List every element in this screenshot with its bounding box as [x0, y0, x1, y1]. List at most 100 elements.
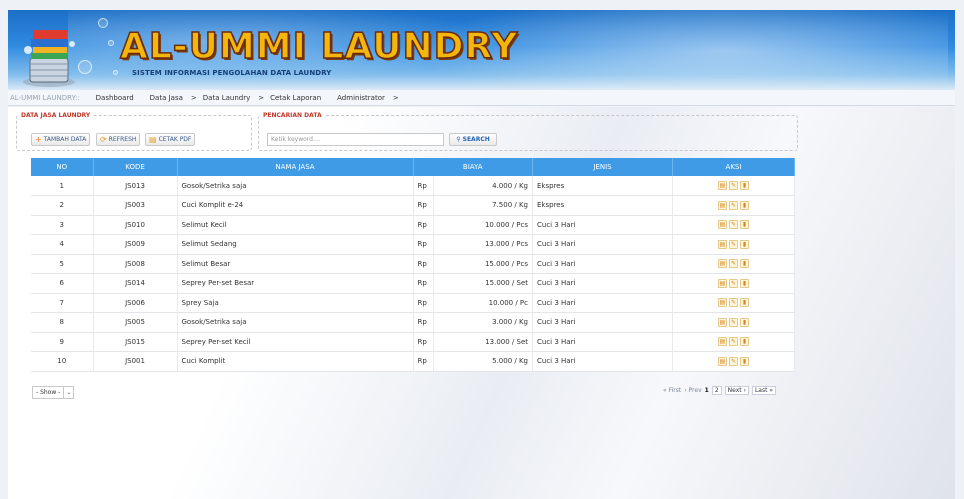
pager-prev[interactable]: ‹ Prev — [684, 387, 701, 394]
edit-icon[interactable]: ✎ — [729, 298, 738, 308]
search-button[interactable]: ⚲ SEARCH — [449, 133, 497, 146]
delete-icon[interactable]: ▮ — [740, 239, 749, 249]
print-icon[interactable]: ▤ — [718, 356, 727, 366]
print-icon[interactable]: ▤ — [718, 317, 727, 327]
cell-kode: JS010 — [93, 215, 178, 235]
table-row: 1 JS013 Gosok/Setrika saja Rp 4.000 / Kg Eksp… — [31, 176, 795, 196]
cell-nama-jasa: Cuci Komplit — [177, 351, 414, 372]
search-input[interactable] — [267, 133, 444, 146]
cell-jenis: Cuci 3 Hari — [532, 332, 673, 352]
add-data-button[interactable]: + TAMBAH DATA — [31, 133, 91, 146]
table-row: 2 JS003 Cuci Komplit e-24 Rp 7.500 / Kg Ekspr… — [31, 195, 795, 216]
cell-rp: Rp — [413, 273, 434, 294]
cell-jenis: Ekspres — [532, 176, 673, 196]
show-select[interactable]: - Show - ⌄ — [32, 386, 75, 399]
cell-rp: Rp — [413, 351, 434, 372]
edit-icon[interactable]: ✎ — [729, 259, 738, 269]
col-biaya: BIAYA — [413, 158, 533, 176]
print-icon[interactable]: ▤ — [718, 181, 727, 190]
cell-nama-jasa: Selimut Sedang — [177, 234, 414, 255]
cell-aksi: ▤ ✎ ▮ — [672, 312, 795, 333]
nav-bar: AL-UMMI LAUNDRY:: Dashboard Data Jasa > … — [8, 90, 955, 106]
print-icon[interactable]: ▤ — [718, 337, 727, 347]
cell-aksi: ▤ ✎ ▮ — [672, 195, 795, 216]
print-icon[interactable]: ▤ — [718, 298, 727, 308]
col-no: NO — [31, 158, 94, 176]
print-icon[interactable]: ▤ — [718, 200, 727, 210]
pager-next[interactable]: Next › — [724, 386, 749, 395]
cell-nama-jasa: Sprey Saja — [177, 293, 414, 313]
cell-aksi: ▤ ✎ ▮ — [672, 351, 795, 372]
edit-icon[interactable]: ✎ — [729, 220, 738, 230]
cell-biaya: 15.000 / Pcs — [433, 254, 533, 274]
cell-aksi: ▤ ✎ ▮ — [672, 215, 795, 235]
edit-icon[interactable]: ✎ — [729, 278, 738, 288]
cell-aksi: ▤ ✎ ▮ — [672, 176, 795, 196]
table-row: 3 JS010 Selimut Kecil Rp 10.000 / Pcs Cuci 3 … — [31, 215, 795, 235]
refresh-label: REFRESH — [108, 136, 137, 143]
delete-icon[interactable]: ▮ — [740, 317, 749, 327]
cell-rp: Rp — [413, 234, 434, 255]
pager-page-2[interactable]: 2 — [711, 386, 722, 395]
cell-nama-jasa: Gosok/Setrika saja — [177, 312, 414, 333]
cell-nama-jasa: Cuci Komplit e-24 — [177, 195, 414, 216]
cell-no: 6 — [31, 273, 94, 294]
delete-icon[interactable]: ▮ — [740, 220, 749, 230]
nav-administrator[interactable]: Administrator — [337, 94, 385, 102]
edit-icon[interactable]: ✎ — [729, 239, 738, 249]
table-row: 6 JS014 Seprey Per-set Besar Rp 15.000 / Set… — [31, 273, 795, 294]
nav-cetak-laporan[interactable]: Cetak Laporan — [270, 94, 321, 102]
refresh-button[interactable]: ⟳ REFRESH — [96, 133, 141, 146]
nav-data-laundry[interactable]: Data Laundry — [203, 94, 250, 102]
cell-no: 4 — [31, 234, 94, 255]
chevron-down-icon: ⌄ — [63, 387, 73, 398]
delete-icon[interactable]: ▮ — [740, 337, 749, 347]
cell-kode: JS003 — [93, 195, 178, 216]
edit-icon[interactable]: ✎ — [729, 200, 738, 210]
cell-no: 8 — [31, 312, 94, 333]
pager-first[interactable]: « First — [663, 387, 681, 394]
header-banner: AL-UMMI LAUNDRY SISTEM INFORMASI PENGOLA… — [8, 10, 955, 90]
cell-aksi: ▤ ✎ ▮ — [672, 273, 795, 294]
col-nama-jasa: NAMA JASA — [177, 158, 414, 176]
print-icon[interactable]: ▤ — [718, 278, 727, 288]
col-kode: KODE — [93, 158, 178, 176]
edit-icon[interactable]: ✎ — [729, 337, 738, 347]
cell-no: 3 — [31, 215, 94, 235]
cell-nama-jasa: Selimut Kecil — [177, 215, 414, 235]
delete-icon[interactable]: ▮ — [740, 356, 749, 366]
plus-icon: + — [35, 135, 42, 144]
print-icon[interactable]: ▤ — [718, 259, 727, 269]
edit-icon[interactable]: ✎ — [729, 317, 738, 327]
show-select-label: - Show - — [36, 389, 61, 396]
nav-data-jasa[interactable]: Data Jasa — [150, 94, 183, 102]
pager-last[interactable]: Last » — [751, 386, 777, 395]
cell-rp: Rp — [413, 293, 434, 313]
printer-icon: ▤ — [149, 135, 157, 144]
print-pdf-button[interactable]: ▤ CETAK PDF — [145, 133, 196, 146]
cell-aksi: ▤ ✎ ▮ — [672, 254, 795, 274]
delete-icon[interactable]: ▮ — [740, 278, 749, 288]
nav-dashboard[interactable]: Dashboard — [96, 94, 134, 102]
table-row: 7 JS006 Sprey Saja Rp 10.000 / Pc Cuci 3 Hari… — [31, 293, 795, 313]
cell-rp: Rp — [413, 176, 434, 196]
pager-page-1[interactable]: 1 — [705, 387, 709, 394]
cell-no: 2 — [31, 195, 94, 216]
edit-icon[interactable]: ✎ — [729, 181, 738, 190]
cell-nama-jasa: Seprey Per-set Besar — [177, 273, 414, 294]
print-icon[interactable]: ▤ — [718, 220, 727, 230]
app-subtitle: SISTEM INFORMASI PENGOLAHAN DATA LAUNDRY — [132, 69, 332, 77]
delete-icon[interactable]: ▮ — [740, 200, 749, 210]
print-icon[interactable]: ▤ — [718, 239, 727, 249]
chevron-right-icon: > — [258, 93, 265, 102]
delete-icon[interactable]: ▮ — [740, 259, 749, 269]
delete-icon[interactable]: ▮ — [740, 181, 749, 190]
cell-no: 5 — [31, 254, 94, 274]
delete-icon[interactable]: ▮ — [740, 298, 749, 308]
cell-jenis: Cuci 3 Hari — [532, 312, 673, 333]
edit-icon[interactable]: ✎ — [729, 356, 738, 366]
cell-biaya: 4.000 / Kg — [433, 176, 533, 196]
cell-no: 1 — [31, 176, 94, 196]
add-data-label: TAMBAH DATA — [43, 136, 87, 143]
cell-rp: Rp — [413, 312, 434, 333]
